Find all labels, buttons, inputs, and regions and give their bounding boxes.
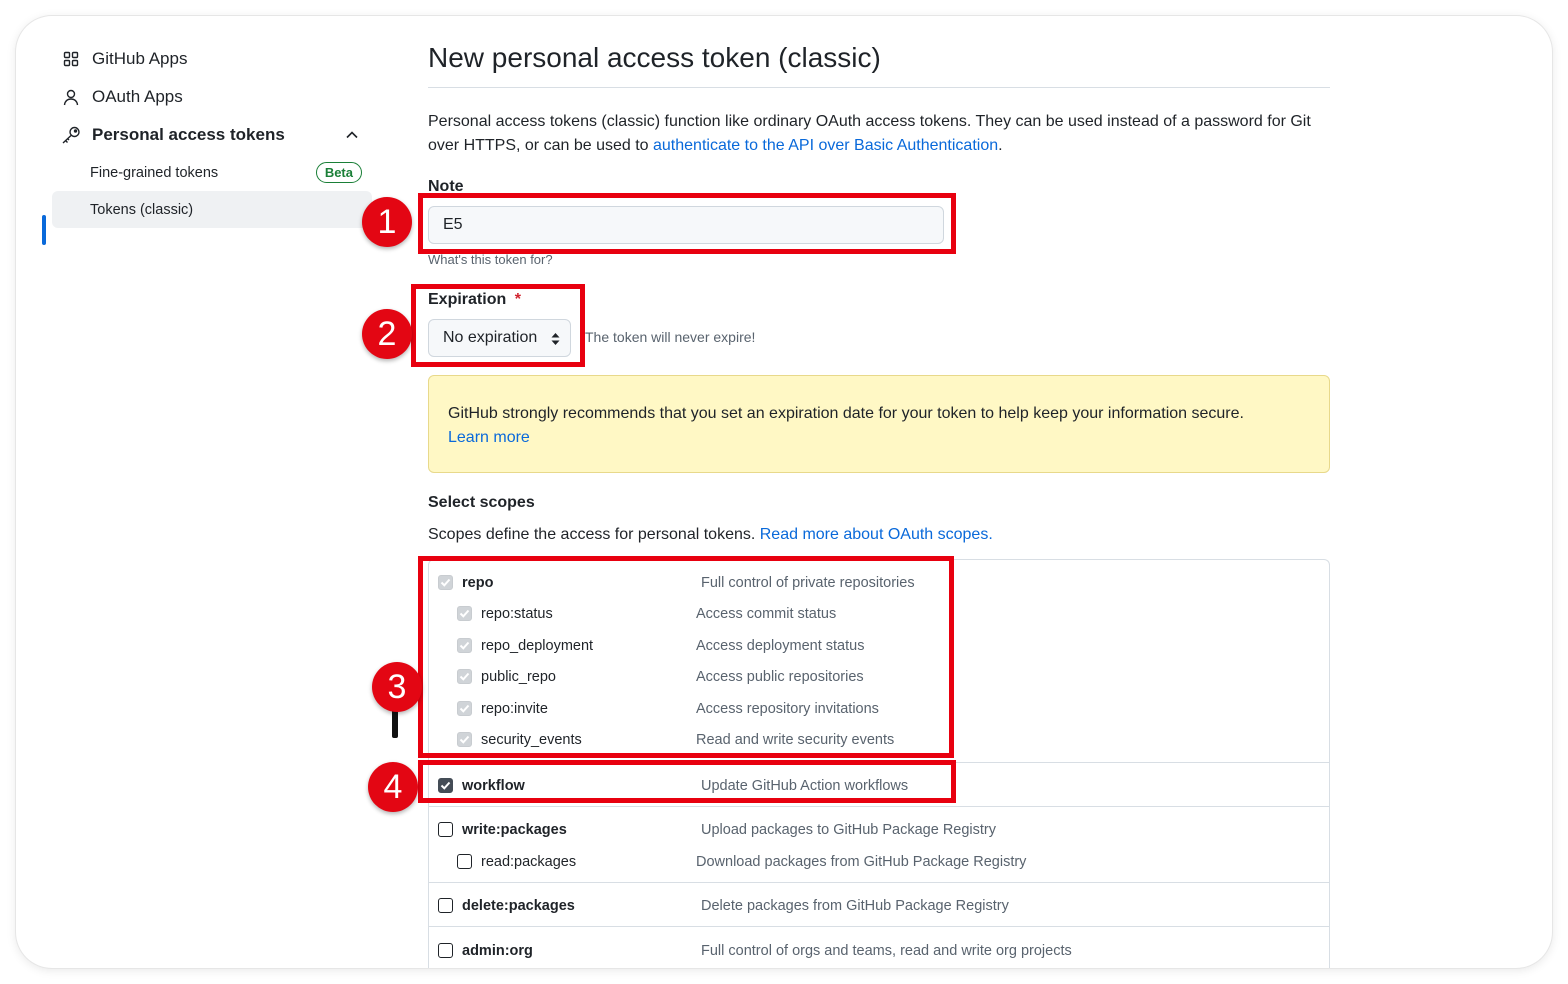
select-scopes-heading: Select scopes [428,494,535,511]
sidebar-item-tokens-classic[interactable]: Tokens (classic) [52,191,372,228]
scope-name: read:packages [481,854,577,870]
scope-row: delete:packages Delete packages from Git… [429,895,1329,925]
expiration-warning: GitHub strongly recommends that you set … [428,375,1330,473]
scope-row: read:packages Download packages from Git… [429,851,1329,881]
chevron-up-icon[interactable] [344,127,360,143]
scope-desc: Full control of orgs and teams, read and… [701,943,1072,959]
sidebar-item-github-apps[interactable]: GitHub Apps [42,40,372,78]
admin-org-checkbox[interactable] [438,943,453,958]
sidebar-item-label: Tokens (classic) [90,201,194,218]
scope-name: admin:org [462,943,533,959]
highlight-repo-scopes [418,556,954,758]
apps-grid-icon [60,48,82,70]
beta-badge: Beta [315,162,362,183]
warning-text: GitHub strongly recommends that you set … [448,405,1244,422]
sidebar-item-label: GitHub Apps [92,49,188,68]
read-packages-checkbox[interactable] [457,854,472,869]
settings-sidebar: GitHub Apps OAuth Apps Personal access t… [42,40,372,245]
note-hint: What's this token for? [428,252,553,267]
sidebar-item-fine-grained-tokens[interactable]: Fine-grained tokens Beta [42,154,372,191]
scopes-intro-text: Scopes define the access for personal to… [428,526,760,543]
scope-group-admin-org: admin:org Full control of orgs and teams… [429,926,1329,968]
highlight-workflow [418,760,956,803]
sidebar-item-oauth-apps[interactable]: OAuth Apps [42,78,372,116]
scope-row: admin:org Full control of orgs and teams… [429,940,1329,968]
page-title: New personal access token (classic) [428,42,1330,88]
intro-text: Personal access tokens (classic) functio… [428,110,1330,158]
step-marker-1: 1 [362,197,412,247]
sidebar-item-label: OAuth Apps [92,87,183,106]
person-icon [60,86,82,108]
scope-group-delete-packages: delete:packages Delete packages from Git… [429,882,1329,926]
step-marker-3: 3 [372,662,422,712]
scopes-intro: Scopes define the access for personal to… [428,526,993,544]
scope-name: write:packages [462,822,567,838]
sidebar-item-personal-access-tokens[interactable]: Personal access tokens [42,116,372,154]
scope-name: delete:packages [462,898,575,914]
expiration-hint: The token will never expire! [585,329,756,345]
step-marker-4: 4 [368,762,418,812]
scope-group-write-packages: write:packages Upload packages to GitHub… [429,806,1329,882]
basic-auth-link[interactable]: authenticate to the API over Basic Authe… [653,137,998,154]
write-packages-checkbox[interactable] [438,822,453,837]
oauth-scopes-link[interactable]: Read more about OAuth scopes. [760,526,993,543]
learn-more-link[interactable]: Learn more [448,429,530,446]
scope-desc: Download packages from GitHub Package Re… [696,854,1027,870]
browser-window: GitHub Apps OAuth Apps Personal access t… [16,16,1552,968]
highlight-expiration [411,284,585,367]
sidebar-item-label: Fine-grained tokens [90,164,219,181]
scope-desc: Delete packages from GitHub Package Regi… [701,898,1009,914]
step-marker-2: 2 [362,309,412,359]
intro-end: . [998,137,1003,154]
delete-packages-checkbox[interactable] [438,898,453,913]
sidebar-item-label: Personal access tokens [92,125,285,144]
highlight-note [418,193,956,254]
key-icon [60,124,82,146]
scope-desc: Upload packages to GitHub Package Regist… [701,822,996,838]
scope-row: write:packages Upload packages to GitHub… [429,819,1329,849]
selected-indicator [42,215,46,245]
